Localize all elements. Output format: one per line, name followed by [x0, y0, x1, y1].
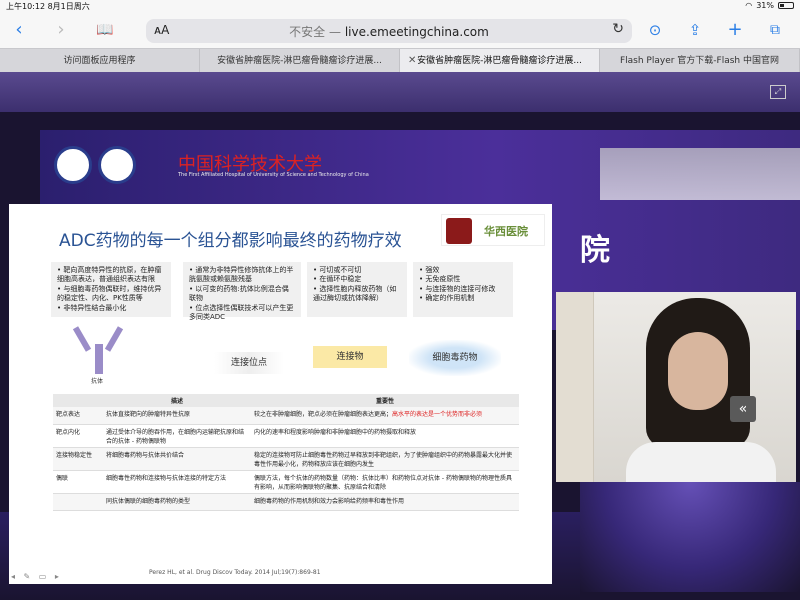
box-item: 选择性胞内释放药物（如通过酶切或抗体降解） — [313, 285, 401, 304]
row-importance: 较之在非肿瘤细胞，靶点必须在肿瘤细胞表达更高；高水平的表达是一个优势而非必须 — [251, 407, 519, 425]
partner-logo: 华西医院 — [441, 214, 545, 246]
row-desc: 同抗体偶联的细胞毒药物的类型 — [103, 493, 251, 511]
status-time-date: 上午10:12 8月1日周六 — [6, 2, 90, 11]
bookmarks-icon[interactable]: 📖 — [94, 20, 116, 40]
row-name — [53, 493, 103, 511]
hero-big-char: 院 — [580, 233, 610, 268]
adc-component-table: 描述 重要性 靶点表达 抗体直接靶向的肿瘤特异性抗原 较之在非肿瘤细胞，靶点必须… — [53, 394, 519, 511]
tab-bar: 访问面板应用程序 安徽省肿瘤医院-淋巴瘤骨髓瘤诊疗进展... ✕ 安徽省肿瘤医院-… — [0, 48, 800, 72]
row-desc: 抗体直接靶向的肿瘤特异性抗原 — [103, 407, 251, 425]
address-bar[interactable]: ᴀA 不安全 — live.emeetingchina.com ↻ — [146, 19, 632, 43]
tab-hospital-1[interactable]: 安徽省肿瘤医院-淋巴瘤骨髓瘤诊疗进展... — [200, 49, 400, 72]
back-icon[interactable]: ‹ — [8, 20, 30, 40]
antibody-arm-left — [72, 326, 92, 352]
table-row: 偶联 细胞毒性药物和连接物与抗体连接的特定方法 偶联方法，每个抗体的药物数量（药… — [53, 470, 519, 494]
speaker-body — [626, 442, 776, 482]
table-header: 重要性 — [251, 394, 519, 407]
tabs-overview-icon[interactable]: ⧉ — [764, 20, 786, 40]
row-name: 靶点内化 — [53, 424, 103, 448]
row-desc: 通过受体介导的胞吞作用，在细胞内运输靶抗原和结合的抗体 - 药物偶联物 — [103, 424, 251, 448]
row-importance: 稳定的连接物可防止细胞毒性药物过早释放到非靶组织，为了使肿瘤组织中的药物暴露最大… — [251, 447, 519, 471]
box-item: 与细胞毒药物偶联时，维持优异的稳定性、内化、PK性质等 — [57, 285, 165, 304]
box-item: 靶向高度特异性的抗原，在肿瘤细胞高表达，普通组织表达有限 — [57, 266, 165, 285]
box-item: 在循环中稳定 — [313, 275, 401, 284]
row-name: 靶点表达 — [53, 407, 103, 425]
speaker-face — [668, 332, 728, 410]
browser-toolbar: ‹ › 📖 ᴀA 不安全 — live.emeetingchina.com ↻ … — [0, 12, 800, 48]
row-desc: 将细胞毒药物与抗体共价结合 — [103, 447, 251, 471]
antibody-diagram: 抗体 — [71, 324, 126, 385]
status-right: ◠ 31% — [745, 1, 794, 10]
slide-citation: Perez HL, et al. Drug Discov Today. 2014… — [149, 569, 321, 576]
tab-hospital-2-active[interactable]: ✕ 安徽省肿瘤医院-淋巴瘤骨髓瘤诊疗进展... — [400, 49, 600, 72]
table-header — [53, 394, 103, 407]
table-row: 同抗体偶联的细胞毒药物的类型 细胞毒药物的作用机制和效力会影响给药频率和毒性作用 — [53, 493, 519, 511]
table-row: 连接物稳定性 将细胞毒药物与抗体共价结合 稳定的连接物可防止细胞毒性药物过早释放… — [53, 447, 519, 471]
group-photo — [600, 148, 800, 200]
tab-label: Flash Player 官方下载-Flash 中国官网 — [619, 56, 779, 66]
network-graphic — [580, 482, 800, 592]
download-icon[interactable]: ⊙ — [644, 20, 666, 40]
tab-access-panel[interactable]: 访问面板应用程序 — [0, 49, 200, 72]
reload-icon[interactable]: ↻ — [612, 21, 624, 37]
hospital-crest-icon — [446, 218, 472, 244]
slide-tools[interactable]: ◂ ✎ ▭ ▸ — [11, 572, 62, 581]
antibody-box: 靶向高度特异性的抗原，在肿瘤细胞高表达，普通组织表达有限 与细胞毒药物偶联时，维… — [51, 262, 171, 317]
hospital-logo-icon — [98, 146, 136, 184]
payload-label: 细胞毒药物 — [409, 340, 501, 376]
fullscreen-icon[interactable]: ⤢ — [770, 85, 786, 99]
row-importance: 细胞毒药物的作用机制和效力会影响给药频率和毒性作用 — [251, 493, 519, 511]
presentation-slide: ADC药物的每一个组分都影响最终的药物疗效 华西医院 靶向高度特异性的抗原，在肿… — [9, 204, 552, 584]
row-importance: 偶联方法，每个抗体的药物数量（药物：抗体比率）和药物位点对抗体 - 药物偶联物的… — [251, 470, 519, 494]
page-content: ⤢ 中国科学技术大学 The First Affiliated Hospital… — [0, 72, 800, 600]
row-importance: 内化的速率和程度影响肿瘤和非肿瘤细胞中的药物摄取和释放 — [251, 424, 519, 448]
link-position-label: 连接位点 — [214, 352, 284, 374]
payload-box: 强效 无免疫原性 与连接物的连接可修改 确定的作用机制 — [413, 262, 513, 317]
close-tab-icon[interactable]: ✕ — [408, 49, 416, 72]
speaker-webcam: « — [556, 292, 796, 482]
linker-label: 连接物 — [313, 346, 387, 368]
conjugation-box: 通常为非特异性修饰抗体上的半胱氨酸或赖氨酸残基 以可变的药物:抗体比例混合偶联物… — [183, 262, 301, 321]
antibody-label: 抗体 — [91, 378, 104, 385]
importance-highlight: 高水平的表达是一个优势而非必须 — [392, 411, 483, 418]
top-banner: ⤢ — [0, 72, 800, 112]
box-item: 非特异性结合最小化 — [57, 304, 165, 313]
forward-icon[interactable]: › — [50, 20, 72, 40]
university-logo-icon — [54, 146, 92, 184]
url-display[interactable]: 不安全 — live.emeetingchina.com — [146, 23, 632, 40]
row-name: 偶联 — [53, 470, 103, 494]
antibody-stem — [95, 344, 103, 374]
table-header: 描述 — [103, 394, 251, 407]
table-row: 靶点表达 抗体直接靶向的肿瘤特异性抗原 较之在非肿瘤细胞，靶点必须在肿瘤细胞表达… — [53, 407, 519, 425]
url-text: live.emeetingchina.com — [344, 25, 489, 39]
table-row: 靶点内化 通过受体介导的胞吞作用，在细胞内运输靶抗原和结合的抗体 - 药物偶联物… — [53, 424, 519, 448]
box-item: 通常为非特异性修饰抗体上的半胱氨酸或赖氨酸残基 — [189, 266, 295, 285]
linker-box: 可切或不可切 在循环中稳定 选择性胞内释放药物（如通过酶切或抗体降解） — [307, 262, 407, 317]
slide-title: ADC药物的每一个组分都影响最终的药物疗效 — [59, 231, 402, 251]
box-item: 与连接物的连接可修改 — [419, 285, 507, 294]
tab-label: 安徽省肿瘤医院-淋巴瘤骨髓瘤诊疗进展... — [217, 56, 382, 66]
university-subtitle: The First Affiliated Hospital of Univers… — [178, 172, 369, 178]
box-item: 无免疫原性 — [419, 275, 507, 284]
partner-logo-text: 华西医院 — [484, 225, 528, 238]
battery-percent: 31% — [756, 1, 774, 10]
box-item: 以可变的药物:抗体比例混合偶联物 — [189, 285, 295, 304]
importance-text: 较之在非肿瘤细胞，靶点必须在肿瘤细胞表达更高； — [254, 411, 393, 418]
tab-label: 安徽省肿瘤医院-淋巴瘤骨髓瘤诊疗进展... — [417, 56, 582, 66]
collapse-panel-icon[interactable]: « — [730, 396, 756, 422]
box-item: 确定的作用机制 — [419, 294, 507, 303]
box-item: 位点选择性偶联技术可以产生更多同类ADC — [189, 304, 295, 323]
share-icon[interactable]: ⇪ — [684, 20, 706, 40]
row-name: 连接物稳定性 — [53, 447, 103, 471]
tab-label: 访问面板应用程序 — [63, 56, 136, 66]
insecure-label: 不安全 — — [289, 25, 345, 39]
status-bar: 上午10:12 8月1日周六 ◠ 31% — [0, 0, 800, 12]
battery-icon — [778, 2, 794, 9]
antibody-arm-right — [104, 326, 124, 352]
new-tab-icon[interactable]: + — [724, 20, 746, 40]
wifi-icon: ◠ — [745, 1, 753, 10]
background-door — [556, 292, 594, 482]
tab-flash-player[interactable]: Flash Player 官方下载-Flash 中国官网 — [600, 49, 800, 72]
row-desc: 细胞毒性药物和连接物与抗体连接的特定方法 — [103, 470, 251, 494]
